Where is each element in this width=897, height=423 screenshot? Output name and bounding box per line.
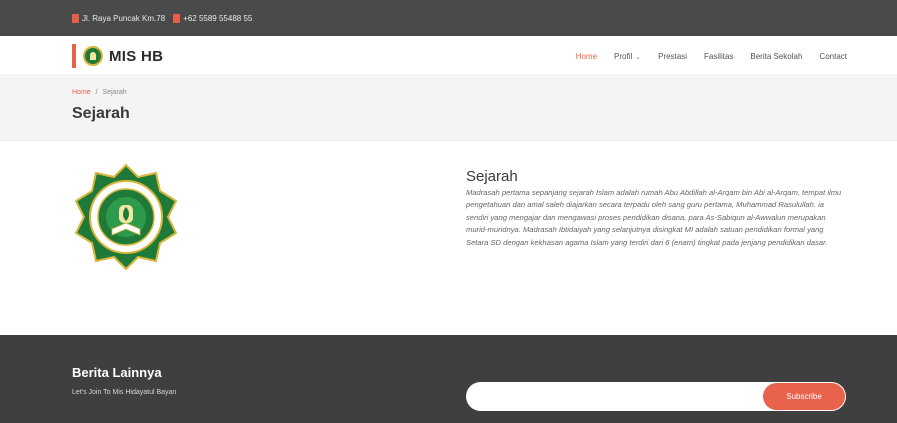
main-nav: Home Profil ⌄ Prestasi Fasilitas Berita S…: [576, 36, 847, 76]
phone-text[interactable]: +62 5589 55488 55: [183, 14, 252, 23]
brand-logo-link[interactable]: MIS HB: [72, 42, 163, 70]
chevron-down-icon: ⌄: [635, 53, 642, 61]
breadcrumb: Home / Sejarah: [72, 89, 127, 96]
brand-name: MIS HB: [109, 47, 164, 65]
breadcrumb-current: Sejarah: [102, 89, 127, 96]
breadcrumb-separator: /: [95, 89, 98, 96]
breadcrumb-home-link[interactable]: Home: [72, 89, 91, 96]
phone-info[interactable]: +62 5589 55488 55: [173, 13, 252, 23]
site-header: MIS HB Home Profil ⌄ Prestasi Fasilitas B…: [0, 36, 897, 76]
school-emblem-image: [74, 163, 178, 271]
nav-item-contact[interactable]: Contact: [819, 52, 847, 61]
nav-item-home[interactable]: Home: [576, 52, 597, 61]
footer-title: Berita Lainnya: [72, 365, 162, 380]
map-marker-icon: [72, 13, 79, 23]
nav-item-berita-sekolah[interactable]: Berita Sekolah: [750, 52, 802, 61]
page-title: Sejarah: [72, 105, 130, 122]
content-heading: Sejarah: [466, 168, 518, 185]
nav-item-profil[interactable]: Profil ⌄: [614, 52, 641, 61]
nav-item-prestasi[interactable]: Prestasi: [658, 52, 687, 61]
nav-item-fasilitas[interactable]: Fasilitas: [704, 52, 733, 61]
site-footer: Berita Lainnya Let's Join To Mis Hidayat…: [0, 335, 897, 423]
subscribe-email-input[interactable]: [478, 388, 758, 405]
subscribe-form: Subscribe: [466, 382, 846, 411]
address-text: Jl. Raya Puncak Km.78: [82, 13, 166, 23]
page-header-band: Home / Sejarah Sejarah: [0, 77, 897, 141]
nav-item-profil-label: Profil: [614, 51, 633, 61]
school-emblem-icon: [83, 46, 103, 66]
phone-icon: [173, 13, 181, 23]
content-body: Madrasah pertama sepanjang sejarah Islam…: [466, 188, 842, 247]
top-info-bar: Jl. Raya Puncak Km.78 +62 5589 55488 55: [0, 0, 897, 36]
footer-subtitle: Let's Join To Mis Hidayatul Bayan: [72, 389, 177, 396]
subscribe-button[interactable]: Subscribe: [763, 383, 845, 410]
address-info: Jl. Raya Puncak Km.78: [72, 13, 166, 23]
brand-accent-bar: [72, 44, 76, 68]
